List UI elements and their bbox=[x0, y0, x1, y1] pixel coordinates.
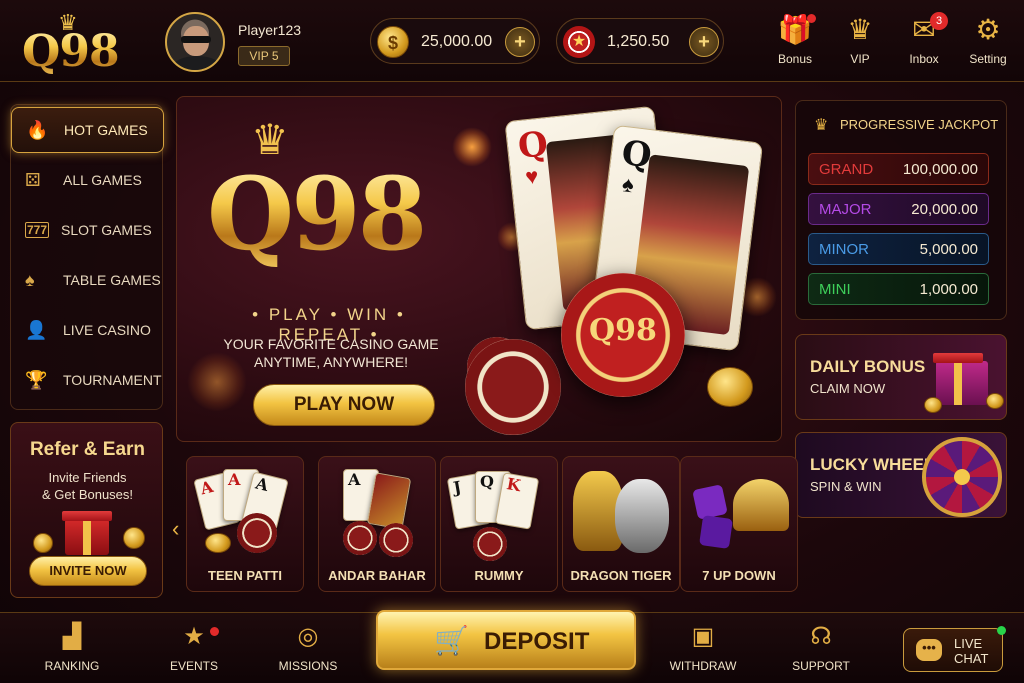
podium-icon: ▟ bbox=[62, 623, 82, 650]
nav-setting[interactable]: ⚙ Setting bbox=[958, 14, 1018, 74]
gift-icon: 🎁 bbox=[777, 14, 813, 45]
sidebar-item-live-casino[interactable]: 👤 LIVE CASINO bbox=[11, 307, 164, 353]
chip-icon: ★ bbox=[563, 26, 595, 58]
trophy-icon: 🏆 bbox=[25, 369, 48, 390]
spade-icon: ♠ bbox=[25, 269, 35, 290]
gift-box-icon bbox=[933, 353, 988, 405]
invite-now-button[interactable]: INVITE NOW bbox=[29, 556, 147, 586]
spade-icon: ♠ bbox=[620, 171, 636, 198]
poker-chip bbox=[343, 521, 377, 555]
crown-icon: ♛ bbox=[847, 14, 873, 45]
q98-chip: Q98 bbox=[561, 273, 685, 397]
coin-icon bbox=[924, 397, 942, 413]
vip-badge: VIP 5 bbox=[238, 46, 290, 66]
dice-icon bbox=[699, 515, 733, 549]
jackpot-mini: MINI 1,000.00 bbox=[808, 273, 989, 305]
heart-icon: ♥ bbox=[524, 163, 540, 190]
deposit-button[interactable]: 🛒 DEPOSIT bbox=[376, 610, 636, 670]
coin-icon bbox=[123, 527, 145, 549]
logo-text: Q98 bbox=[22, 26, 120, 77]
jackpot-minor: MINOR 5,000.00 bbox=[808, 233, 989, 265]
online-indicator bbox=[997, 626, 1006, 635]
add-chips-button[interactable]: + bbox=[689, 27, 719, 57]
avatar[interactable] bbox=[165, 12, 225, 72]
dice-icon bbox=[692, 484, 728, 520]
gift-box-icon bbox=[62, 511, 112, 555]
game-tile-teen-patti[interactable]: A A A TEEN PATTI bbox=[186, 456, 304, 592]
jackpot-title: PROGRESSIVE JACKPOT bbox=[840, 117, 999, 132]
jackpot-major: MAJOR 20,000.00 bbox=[808, 193, 989, 225]
crown-icon: ♛ bbox=[814, 117, 829, 134]
calendar-star-icon: ★ bbox=[183, 623, 205, 650]
nav-support[interactable]: ☊ SUPPORT bbox=[781, 623, 861, 673]
jackpot-grand: GRAND 100,000.00 bbox=[808, 153, 989, 185]
player-name: Player123 bbox=[238, 22, 302, 38]
refer-earn-panel: Refer & Earn Invite Friends & Get Bonuse… bbox=[10, 422, 163, 598]
game-tile-rummy[interactable]: J Q K RUMMY bbox=[440, 456, 558, 592]
gear-icon: ⚙ bbox=[975, 14, 1001, 45]
coin-amount: 25,000.00 bbox=[421, 33, 493, 50]
sidebar-item-all-games[interactable]: ⚄ ALL GAMES bbox=[11, 157, 164, 203]
bokeh-light bbox=[452, 127, 492, 167]
game-tile-andar-bahar[interactable]: A ANDAR BAHAR bbox=[318, 456, 436, 592]
hero-subtitle: YOUR FAVORITE CASINO GAME ANYTIME, ANYWH… bbox=[223, 336, 439, 370]
cart-icon: 🛒 bbox=[434, 625, 469, 656]
chat-bubble-icon: ••• bbox=[916, 639, 942, 661]
lucky-wheel-card[interactable]: LUCKY WHEEL SPIN & WIN bbox=[795, 432, 1007, 518]
nav-ranking[interactable]: ▟ RANKING bbox=[32, 623, 112, 673]
refer-subtitle: Invite Friends & Get Bonuses! bbox=[41, 470, 134, 502]
game-tile-dragon-tiger[interactable]: DRAGON TIGER bbox=[562, 456, 680, 592]
sidebar-item-table-games[interactable]: ♠ TABLE GAMES bbox=[11, 257, 164, 303]
casino-lobby: ♛ Q98 Player123 VIP 5 $ 25,000.00 + ★ 1,… bbox=[0, 0, 1024, 683]
cup-icon bbox=[733, 479, 789, 531]
coin-icon bbox=[205, 533, 231, 553]
tiger-icon bbox=[615, 479, 669, 553]
game-tile-7-up-down[interactable]: 7 UP DOWN bbox=[680, 456, 798, 592]
nav-withdraw[interactable]: ▣ WITHDRAW bbox=[663, 623, 743, 673]
live-chat-button[interactable]: ••• LIVE CHAT bbox=[903, 626, 1006, 672]
nav-events[interactable]: ★ EVENTS bbox=[154, 623, 234, 673]
chevron-left-icon[interactable]: ‹ bbox=[172, 516, 179, 542]
daily-bonus-card[interactable]: DAILY BONUS CLAIM NOW bbox=[795, 334, 1007, 420]
progressive-jackpot-panel: ♛ PROGRESSIVE JACKPOT GRAND 100,000.00 M… bbox=[795, 100, 1007, 320]
prize-wheel-icon bbox=[922, 437, 1002, 517]
dealer-icon: 👤 bbox=[25, 319, 48, 340]
slot-777-icon: 777 bbox=[25, 222, 49, 238]
poker-chip bbox=[237, 513, 277, 553]
hero-banner: Q ♥ Q ♠ Q98 ♛ Q98 • PLAY • WIN • REPEAT … bbox=[176, 96, 782, 442]
nav-bonus[interactable]: 🎁 Bonus bbox=[765, 14, 825, 74]
sidebar-item-slot-games[interactable]: 777 SLOT GAMES bbox=[11, 207, 164, 253]
notification-dot bbox=[210, 627, 219, 636]
chip-balance: ★ 1,250.50 + bbox=[556, 18, 724, 64]
poker-chip bbox=[473, 527, 507, 561]
poker-chip bbox=[465, 339, 561, 435]
nav-missions[interactable]: ◎ MISSIONS bbox=[268, 623, 348, 673]
coin-icon: $ bbox=[377, 26, 409, 58]
refer-title: Refer & Earn bbox=[29, 439, 146, 460]
play-now-button[interactable]: PLAY NOW bbox=[253, 384, 435, 426]
nav-vip[interactable]: ♛ VIP bbox=[830, 14, 890, 74]
target-icon: ◎ bbox=[297, 623, 319, 650]
sidebar-item-hot-games[interactable]: 🔥 HOT GAMES bbox=[11, 107, 164, 153]
chip-amount: 1,250.50 bbox=[607, 33, 670, 50]
coin-icon bbox=[986, 393, 1004, 409]
coin-balance: $ 25,000.00 + bbox=[370, 18, 540, 64]
sidebar-item-tournament[interactable]: 🏆 TOURNAMENT bbox=[11, 357, 164, 403]
notification-dot bbox=[807, 14, 816, 23]
add-coins-button[interactable]: + bbox=[505, 27, 535, 57]
inbox-count-badge: 3 bbox=[930, 12, 948, 30]
headset-icon: ☊ bbox=[810, 623, 832, 650]
game-category-sidebar: 🔥 HOT GAMES ⚄ ALL GAMES 777 SLOT GAMES ♠… bbox=[10, 104, 164, 410]
poker-chip bbox=[379, 523, 413, 557]
q98-logo[interactable]: ♛ Q98 bbox=[22, 10, 122, 77]
wallet-icon: ▣ bbox=[691, 623, 715, 650]
hero-logo: Q98 bbox=[207, 155, 427, 273]
dice-icon: ⚄ bbox=[25, 169, 41, 190]
nav-inbox[interactable]: ✉ Inbox 3 bbox=[894, 12, 954, 74]
coin-icon bbox=[33, 533, 53, 553]
fire-icon: 🔥 bbox=[26, 119, 49, 140]
coin-icon bbox=[707, 367, 753, 407]
top-header: ♛ Q98 Player123 VIP 5 $ 25,000.00 + ★ 1,… bbox=[0, 0, 1024, 82]
